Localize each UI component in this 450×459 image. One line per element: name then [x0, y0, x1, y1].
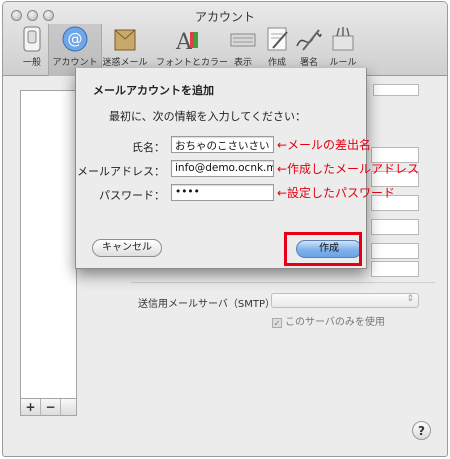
toolbar-junk-mail[interactable]: 迷惑メール [98, 24, 152, 72]
name-label: 氏名： [132, 141, 165, 154]
window-title: アカウント [194, 10, 255, 24]
toolbar-fonts-colors[interactable]: A フォントとカラー [156, 24, 229, 72]
view-icon [227, 24, 259, 54]
email-label: メールアドレス： [77, 165, 165, 178]
at-sign-icon: @ [59, 24, 91, 54]
add-account-button[interactable]: + [21, 399, 41, 415]
bg-field [371, 219, 419, 235]
note-password: ←設定したパスワード [277, 186, 396, 200]
password-field[interactable]: •••• [171, 184, 274, 201]
junk-mail-icon [109, 24, 141, 54]
fonts-colors-icon: A [170, 24, 202, 55]
toolbar-fonts-colors-label: フォントとカラー [156, 58, 229, 68]
select-arrows-icon: ⇕ [406, 294, 414, 304]
create-button-highlight [284, 232, 362, 266]
note-email: ←作成したメールアドレス [277, 162, 420, 176]
svg-text:@: @ [68, 30, 83, 48]
section-divider [131, 282, 435, 283]
password-label: パスワード： [99, 189, 165, 202]
email-field[interactable]: info@demo.ocnk.me [171, 160, 274, 177]
account-list[interactable] [20, 90, 77, 415]
switch-icon [16, 24, 48, 54]
smtp-only-checkbox[interactable]: ✓ このサーバのみを使用 [272, 313, 385, 328]
cancel-button[interactable]: キャンセル [92, 239, 162, 257]
remove-account-button[interactable]: − [41, 399, 61, 415]
note-name: ←メールの差出名 [277, 138, 372, 152]
checkmark-icon: ✓ [272, 318, 282, 328]
signature-icon [293, 24, 325, 54]
bg-field [371, 261, 419, 277]
bg-field [371, 243, 419, 259]
sheet-subtitle: 最初に、次の情報を入力してください： [109, 110, 307, 123]
smtp-only-checkbox-label: このサーバのみを使用 [285, 317, 385, 328]
toolbar-accounts-label: アカウント [52, 58, 98, 68]
bg-tab-strip [373, 84, 419, 96]
sheet-title: メールアカウントを追加 [93, 84, 214, 97]
toolbar-junk-mail-label: 迷惑メール [102, 58, 148, 68]
name-field[interactable]: おちゃのこさいさい [171, 136, 274, 153]
toolbar-rules-label: ルール [329, 58, 357, 68]
toolbar-rules[interactable]: ルール [323, 24, 363, 72]
account-list-controls: + − [20, 398, 77, 416]
smtp-server-select[interactable]: ⇕ [271, 293, 419, 308]
title-bar: アカウント 一般 @ アカウント 迷惑メール A フォントとカラー 表示 作成 … [3, 2, 447, 76]
rules-icon [327, 24, 359, 54]
smtp-server-label: 送信用メールサーバ（SMTP）： [138, 299, 281, 310]
help-button[interactable]: ? [412, 421, 431, 440]
